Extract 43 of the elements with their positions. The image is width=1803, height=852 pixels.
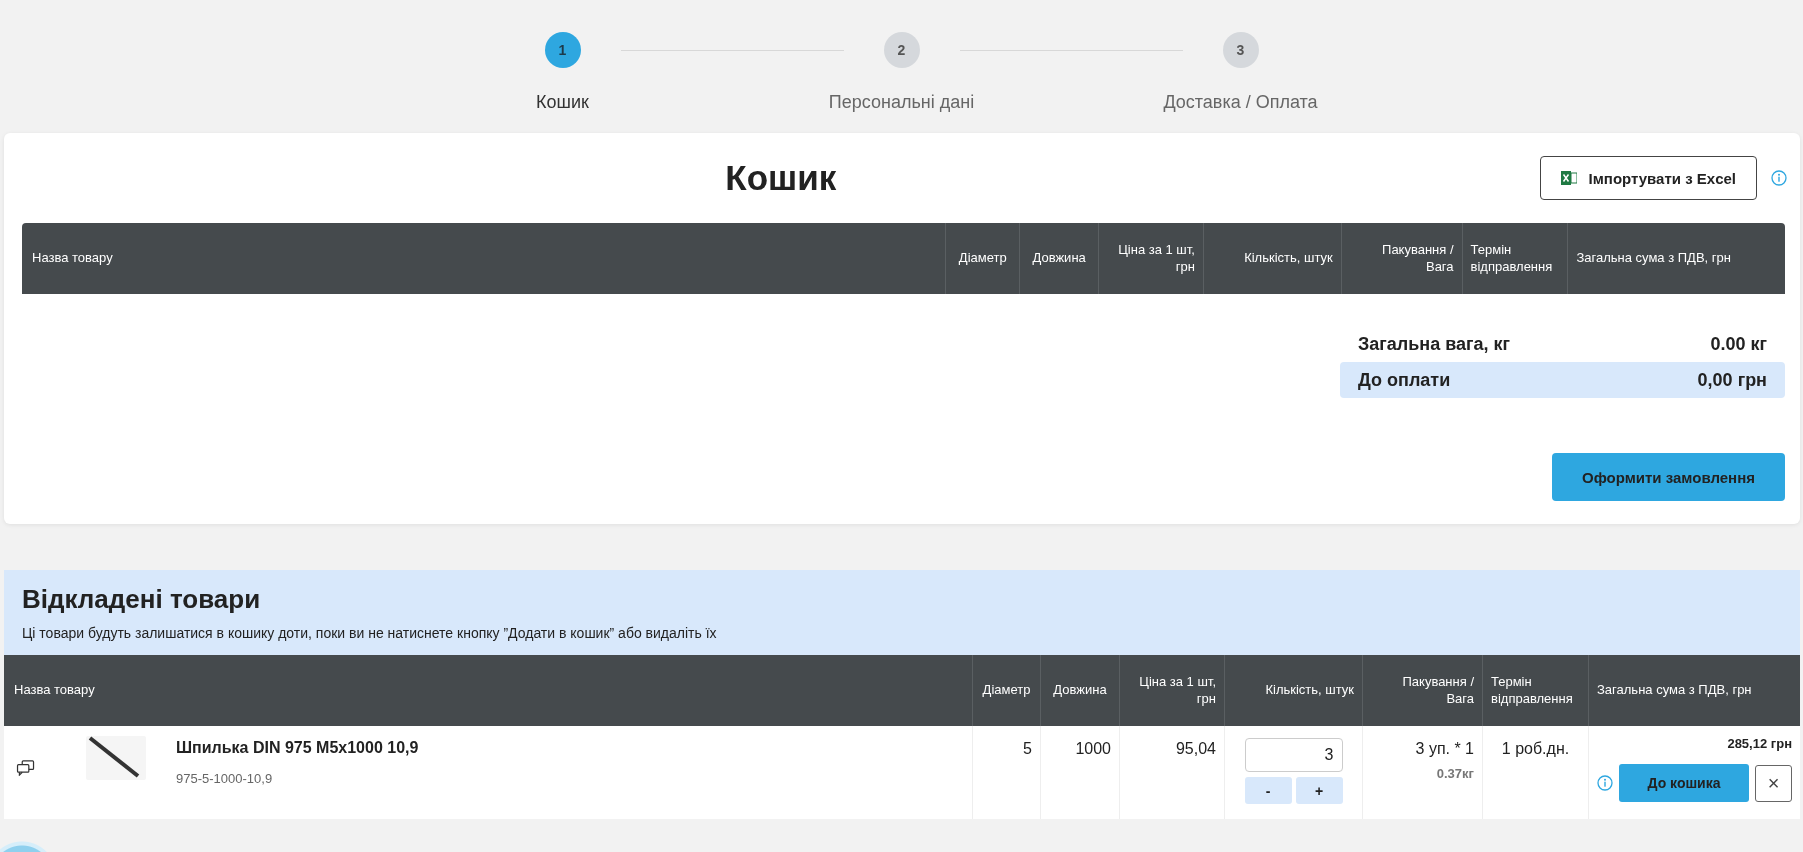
row-total: 285,12 грн (1727, 736, 1792, 751)
table-cell: 5 (972, 726, 1040, 819)
column-header: Загальна сума з ПДВ, грн (1567, 223, 1785, 294)
column-header: Кількість, штук (1202, 223, 1341, 294)
excel-icon (1560, 170, 1577, 186)
compare-icon[interactable] (16, 760, 36, 776)
increase-button[interactable]: + (1295, 777, 1343, 804)
section-title: Відкладені товари (22, 584, 262, 615)
import-excel-button[interactable]: Імпортувати з Excel (1539, 156, 1757, 200)
step-label[interactable]: Персональні дані (828, 92, 975, 113)
step-number[interactable]: 1 (544, 32, 581, 68)
summary-value: 0,00 грн (1697, 369, 1767, 391)
product-sku: 975-5-1000-10,9 (176, 771, 274, 786)
column-header: Ціна за 1 шт, грн (1098, 223, 1203, 294)
summary-value: 0.00 кг (1710, 333, 1767, 355)
page-title: Кошик (724, 158, 838, 198)
step-number[interactable]: 2 (883, 32, 920, 68)
column-header: Термін відправлення (1461, 223, 1568, 294)
step-label[interactable]: Доставка / Оплата (1163, 92, 1318, 113)
column-header: Довжина (1019, 223, 1099, 294)
section-note: Ці товари будуть залишатися в кошику доти, поки ви не натиснете кнопку ”Додати в кошик” або видаліть їх (22, 625, 718, 641)
info-icon[interactable] (1771, 170, 1787, 186)
photo-placeholder (86, 736, 146, 780)
table-cell: 1 роб.дн. (1482, 726, 1588, 819)
weight-text: 0.37кг (1435, 766, 1474, 781)
product-name[interactable]: Шпилька DIN 975 M5x1000 10,9 (176, 739, 419, 757)
quantity-field[interactable]: 3 (1244, 738, 1343, 772)
decrease-button[interactable]: - (1244, 777, 1292, 804)
column-header: Назва товару (31, 249, 114, 268)
summary-label: До оплати (1358, 369, 1451, 391)
column-header: Пакування / Вага (1340, 223, 1462, 294)
packaging-text: 3 уп. * 1 (1414, 740, 1474, 758)
table-cell: 95,04 (1119, 726, 1224, 819)
add-to-cart-button[interactable]: До кошика (1619, 764, 1749, 802)
table-cell: 1000 (1040, 726, 1119, 819)
column-header: Назва товару (13, 681, 96, 700)
column-header: Діаметр (945, 223, 1020, 294)
checkout-button[interactable]: Оформити замовлення (1552, 453, 1785, 501)
remove-button[interactable]: × (1755, 764, 1792, 802)
info-icon[interactable] (1597, 775, 1613, 791)
summary-label: Загальна вага, кг (1358, 333, 1511, 355)
step-number[interactable]: 3 (1222, 32, 1259, 68)
step-label[interactable]: Кошик (536, 92, 589, 113)
